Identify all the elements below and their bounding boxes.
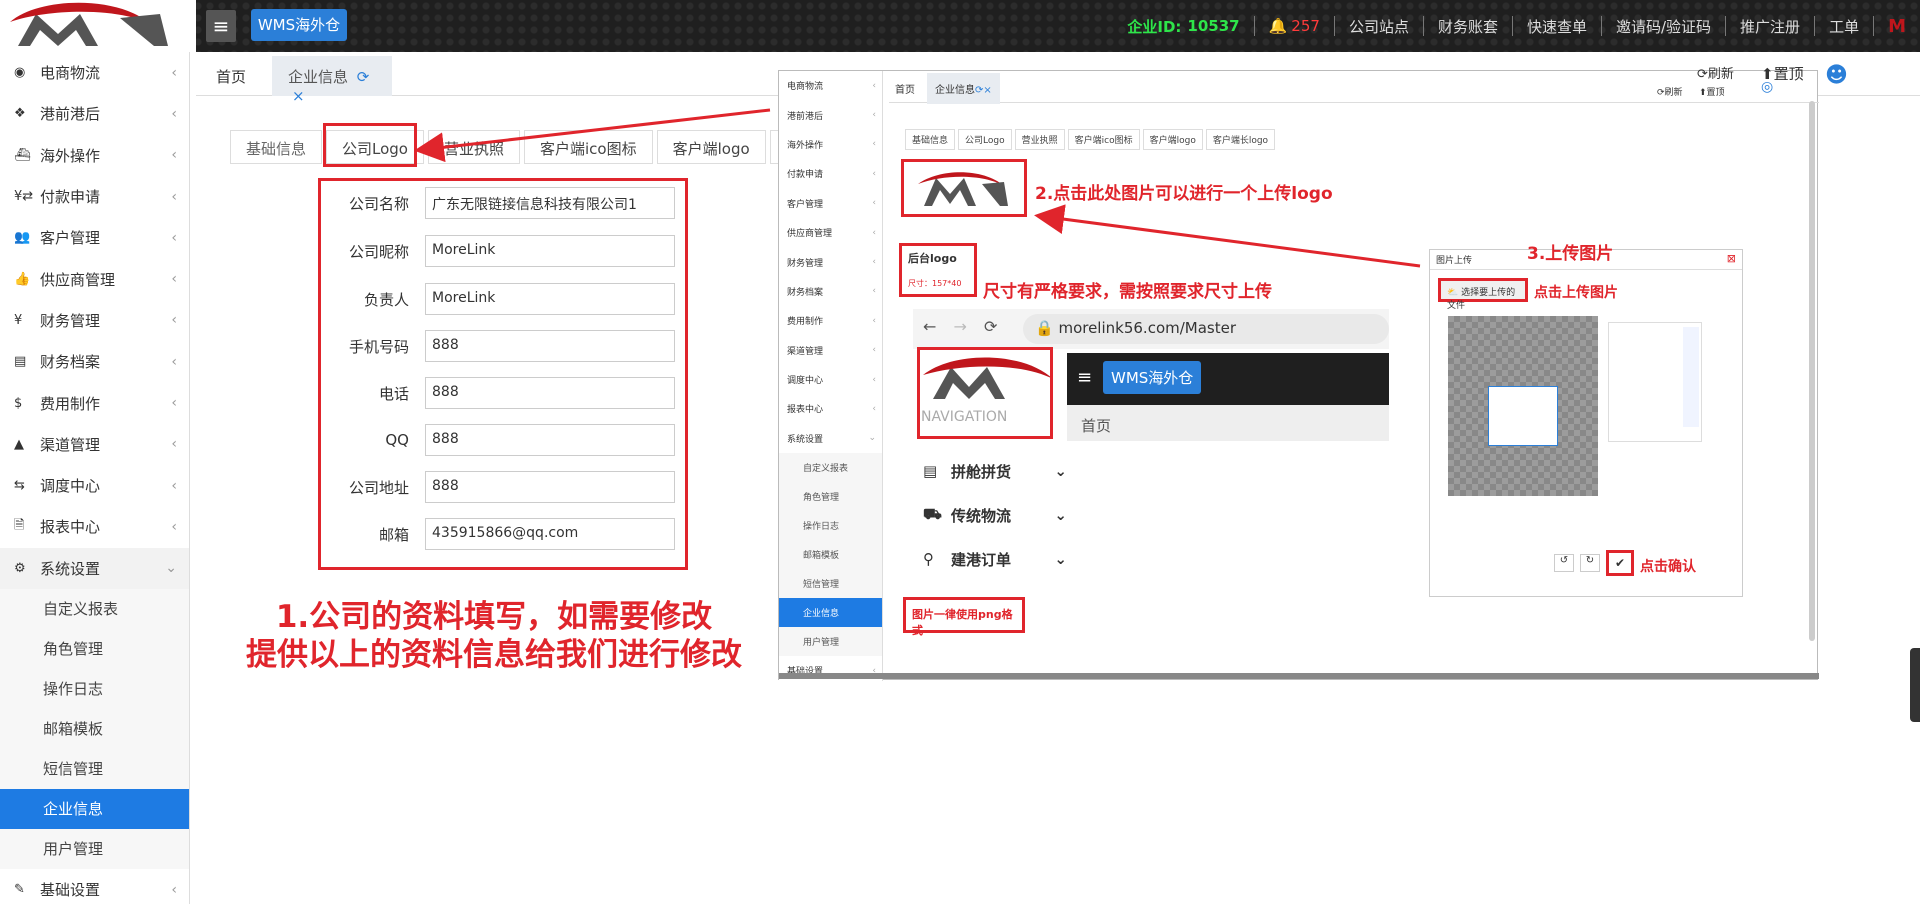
arrow-to-logo-tab (414, 108, 771, 163)
arrow-to-logo-image (1034, 204, 1421, 268)
side-handle[interactable] (1910, 648, 1920, 722)
page-root: ≡ WMS海外仓 企业ID: 10537 🔔 257 公司站点 财务账套 快速查… (0, 0, 1920, 904)
annotation-arrows (414, 108, 1421, 268)
